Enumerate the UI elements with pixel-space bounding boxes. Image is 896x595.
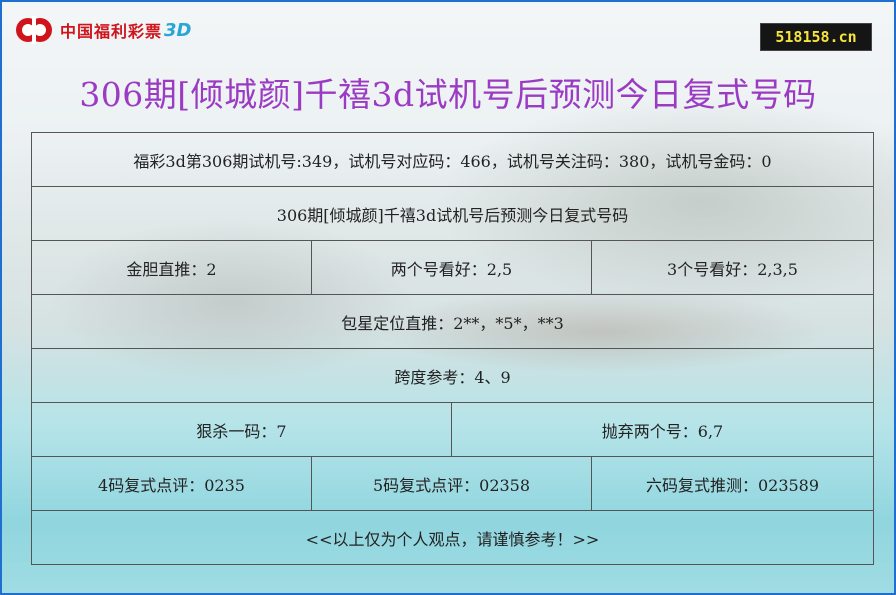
compound-4-cell: 4码复式点评：0235 (31, 456, 312, 511)
table-row: 跨度参考：4、9 (31, 348, 874, 403)
two-numbers-cell: 两个号看好：2,5 (311, 240, 592, 295)
logo-text: 中国福利彩票 (60, 22, 163, 41)
table-row: 福彩3d第306期试机号:349，试机号对应码：466，试机号关注码：380，试… (31, 132, 874, 187)
table-row: <<以上仅为个人观点，请谨慎参考！>> (31, 510, 874, 565)
span-cell: 跨度参考：4、9 (31, 348, 874, 403)
table-row: 306期[倾城颜]千禧3d试机号后预测今日复式号码 (31, 186, 874, 241)
lottery-logo[interactable]: 中国福利彩票 3D (14, 12, 191, 48)
table-row: 金胆直推：2 两个号看好：2,5 3个号看好：2,3,5 (31, 240, 874, 295)
table-subtitle: 306期[倾城颜]千禧3d试机号后预测今日复式号码 (31, 186, 874, 241)
page-frame: 中国福利彩票 3D 518158.cn 306期[倾城颜]千禧3d试机号后预测今… (0, 0, 896, 595)
logo-3d: 3D (164, 19, 192, 41)
disclaimer-cell: <<以上仅为个人观点，请谨慎参考！>> (31, 510, 874, 565)
lottery-logo-icon (16, 16, 52, 44)
prediction-table: 福彩3d第306期试机号:349，试机号对应码：466，试机号关注码：380，试… (31, 132, 874, 565)
site-badge[interactable]: 518158.cn (760, 23, 872, 51)
compound-6-cell: 六码复式推测：023589 (591, 456, 874, 511)
gold-direct-cell: 金胆直推：2 (31, 240, 312, 295)
table-row: 包星定位直推：2**，*5*，**3 (31, 294, 874, 349)
table-row: 4码复式点评：0235 5码复式点评：02358 六码复式推测：023589 (31, 456, 874, 511)
page-title: 306期[倾城颜]千禧3d试机号后预测今日复式号码 (79, 75, 817, 114)
kill-one-cell: 狠杀一码：7 (31, 402, 452, 457)
table-row: 狠杀一码：7 抛弃两个号：6,7 (31, 402, 874, 457)
discard-two-cell: 抛弃两个号：6,7 (451, 402, 874, 457)
trial-number-info: 福彩3d第306期试机号:349，试机号对应码：466，试机号关注码：380，试… (31, 132, 874, 187)
position-cell: 包星定位直推：2**，*5*，**3 (31, 294, 874, 349)
three-numbers-cell: 3个号看好：2,3,5 (591, 240, 874, 295)
compound-5-cell: 5码复式点评：02358 (311, 456, 592, 511)
